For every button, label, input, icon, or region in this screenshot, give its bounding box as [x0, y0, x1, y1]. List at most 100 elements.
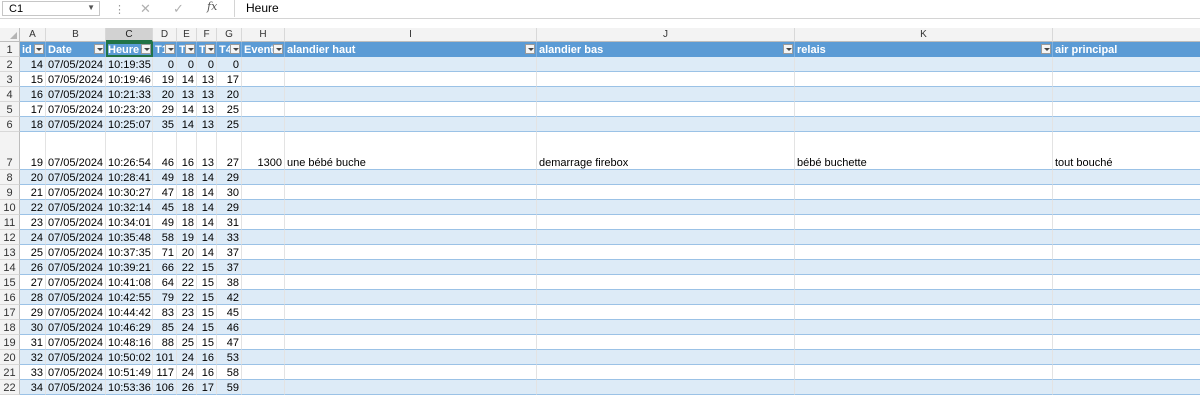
table-cell[interactable]: 22 [20, 200, 46, 215]
table-cell[interactable]: 13 [197, 87, 217, 102]
table-cell[interactable]: 10:30:27 [106, 185, 153, 200]
table-cell[interactable] [242, 290, 285, 305]
filter-dropdown-icon[interactable] [141, 44, 151, 54]
filter-dropdown-icon[interactable] [783, 44, 793, 54]
table-cell[interactable]: 27 [217, 132, 242, 170]
table-cell[interactable]: 28 [20, 290, 46, 305]
table-cell[interactable]: 14 [177, 117, 197, 132]
table-cell[interactable]: 64 [153, 275, 177, 290]
row-header-17[interactable]: 17 [0, 305, 20, 320]
table-cell[interactable]: 18 [177, 185, 197, 200]
table-cell[interactable]: 27 [20, 275, 46, 290]
table-cell[interactable]: 46 [217, 320, 242, 335]
table-cell[interactable]: 10:51:49 [106, 365, 153, 380]
table-cell[interactable]: 10:50:02 [106, 350, 153, 365]
table-cell[interactable]: 25 [217, 117, 242, 132]
table-cell[interactable]: 24 [20, 230, 46, 245]
table-cell[interactable] [1053, 117, 1200, 132]
table-cell[interactable]: 10:42:55 [106, 290, 153, 305]
table-cell[interactable] [537, 230, 795, 245]
table-cell[interactable]: 101 [153, 350, 177, 365]
table-cell[interactable] [1053, 230, 1200, 245]
table-cell[interactable] [285, 185, 537, 200]
table-cell[interactable]: 53 [217, 350, 242, 365]
filter-dropdown-icon[interactable] [165, 44, 175, 54]
table-cell[interactable]: 07/05/2024 [46, 117, 106, 132]
table-cell[interactable]: 14 [197, 215, 217, 230]
filter-dropdown-icon[interactable] [525, 44, 535, 54]
row-header-5[interactable]: 5 [0, 102, 20, 117]
header-cell-c[interactable]: Heure [106, 42, 153, 57]
table-cell[interactable]: 10:35:48 [106, 230, 153, 245]
table-cell[interactable] [1053, 170, 1200, 185]
table-cell[interactable]: 14 [177, 72, 197, 87]
table-cell[interactable]: 07/05/2024 [46, 132, 106, 170]
table-cell[interactable] [1053, 365, 1200, 380]
table-cell[interactable]: 10:26:54 [106, 132, 153, 170]
table-cell[interactable]: 66 [153, 260, 177, 275]
table-cell[interactable]: 14 [197, 245, 217, 260]
row-header-11[interactable]: 11 [0, 215, 20, 230]
table-cell[interactable] [537, 275, 795, 290]
column-header-j[interactable]: J [537, 28, 795, 42]
table-cell[interactable]: 88 [153, 335, 177, 350]
row-header-18[interactable]: 18 [0, 320, 20, 335]
cancel-icon[interactable]: ✕ [140, 1, 151, 17]
table-cell[interactable] [285, 102, 537, 117]
column-header-e[interactable]: E [177, 28, 197, 42]
table-cell[interactable]: 16 [197, 350, 217, 365]
table-cell[interactable] [285, 290, 537, 305]
table-cell[interactable] [1053, 275, 1200, 290]
table-cell[interactable]: 42 [217, 290, 242, 305]
table-cell[interactable]: 37 [217, 245, 242, 260]
table-cell[interactable]: 0 [177, 57, 197, 72]
row-header-13[interactable]: 13 [0, 245, 20, 260]
table-cell[interactable]: 106 [153, 380, 177, 395]
table-cell[interactable]: 45 [217, 305, 242, 320]
table-cell[interactable] [285, 200, 537, 215]
header-cell-g[interactable]: T4 [217, 42, 242, 57]
table-cell[interactable]: 07/05/2024 [46, 200, 106, 215]
table-cell[interactable]: 07/05/2024 [46, 215, 106, 230]
row-header-7[interactable]: 7 [0, 132, 20, 170]
table-cell[interactable] [242, 230, 285, 245]
table-cell[interactable] [285, 57, 537, 72]
table-cell[interactable] [795, 290, 1053, 305]
table-cell[interactable]: 1300 [242, 132, 285, 170]
table-cell[interactable]: 14 [197, 185, 217, 200]
table-cell[interactable]: 10:46:29 [106, 320, 153, 335]
table-cell[interactable]: 07/05/2024 [46, 335, 106, 350]
table-cell[interactable]: 30 [217, 185, 242, 200]
table-cell[interactable]: 19 [20, 132, 46, 170]
table-cell[interactable] [537, 170, 795, 185]
table-cell[interactable] [285, 275, 537, 290]
table-cell[interactable]: 07/05/2024 [46, 350, 106, 365]
table-cell[interactable] [285, 215, 537, 230]
table-cell[interactable]: tout bouché [1053, 132, 1200, 170]
table-cell[interactable]: 37 [217, 260, 242, 275]
chevron-down-icon[interactable]: ▼ [87, 3, 95, 12]
table-cell[interactable] [1053, 245, 1200, 260]
row-header-3[interactable]: 3 [0, 72, 20, 87]
table-cell[interactable] [242, 320, 285, 335]
header-cell-d[interactable]: T1 [153, 42, 177, 57]
table-cell[interactable]: 14 [197, 200, 217, 215]
table-cell[interactable] [242, 87, 285, 102]
table-cell[interactable]: 13 [197, 102, 217, 117]
table-cell[interactable] [1053, 185, 1200, 200]
name-box[interactable]: C1 ▼ [2, 1, 100, 16]
table-cell[interactable] [285, 230, 537, 245]
table-cell[interactable]: 13 [197, 72, 217, 87]
table-cell[interactable]: 32 [20, 350, 46, 365]
table-cell[interactable] [537, 380, 795, 395]
row-header-4[interactable]: 4 [0, 87, 20, 102]
table-cell[interactable]: 25 [20, 245, 46, 260]
table-cell[interactable]: 10:44:42 [106, 305, 153, 320]
table-cell[interactable] [285, 350, 537, 365]
header-cell-e[interactable]: T2 [177, 42, 197, 57]
table-cell[interactable] [795, 87, 1053, 102]
table-cell[interactable]: 14 [197, 170, 217, 185]
table-cell[interactable]: 26 [177, 380, 197, 395]
table-cell[interactable] [537, 350, 795, 365]
table-cell[interactable] [285, 365, 537, 380]
